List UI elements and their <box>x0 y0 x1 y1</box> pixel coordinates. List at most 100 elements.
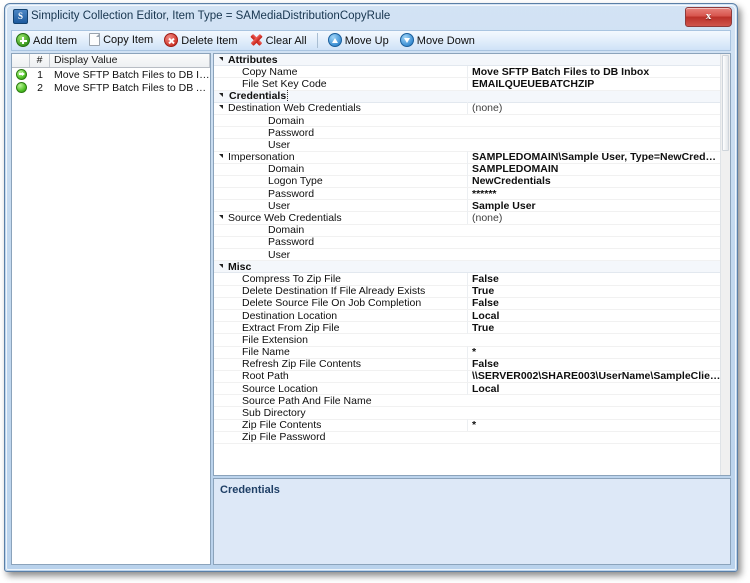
property-name: Delete Source File On Job Completion <box>242 297 422 310</box>
clear-all-button[interactable]: Clear All <box>245 31 311 50</box>
property-value[interactable]: False <box>467 272 721 285</box>
property-row[interactable]: Domain <box>214 115 721 128</box>
property-value[interactable]: Local <box>467 382 721 395</box>
property-value[interactable]: Local <box>467 309 721 322</box>
property-grid-scrollbar[interactable] <box>720 54 730 475</box>
property-row[interactable]: File Extension <box>214 333 721 347</box>
property-name: User <box>268 199 291 212</box>
property-row[interactable]: Zip File Contents * <box>214 419 721 432</box>
list-item[interactable]: 1 Move SFTP Batch Files to DB Inbox <box>12 68 210 81</box>
property-category-row[interactable]: Misc <box>214 261 721 274</box>
property-row[interactable]: User <box>214 249 721 262</box>
property-row[interactable]: Domain SAMPLEDOMAIN <box>214 163 721 176</box>
property-category-row[interactable]: Credentials <box>214 90 721 103</box>
property-value[interactable]: False <box>467 358 721 371</box>
property-name: Destination Location <box>242 309 338 322</box>
property-value[interactable]: False <box>467 297 721 310</box>
triangle-expanded-icon <box>219 154 223 159</box>
property-value[interactable]: True <box>467 285 721 298</box>
column-header-selector[interactable] <box>12 54 30 67</box>
property-value[interactable]: * <box>467 346 721 359</box>
property-value[interactable]: \\SERVER002\SHARE003\UserName\SampleClie… <box>467 370 721 383</box>
property-name: Compress To Zip File <box>242 272 342 285</box>
property-name-focus: Credentials <box>228 90 289 103</box>
expander-collapse-icon[interactable] <box>214 93 228 98</box>
collection-editor-window: S Simplicity Collection Editor, Item Typ… <box>4 3 738 572</box>
property-row[interactable]: Password <box>214 127 721 140</box>
property-name: Source Location <box>242 382 318 395</box>
property-name: Attributes <box>228 54 278 66</box>
triangle-expanded-icon <box>219 263 223 268</box>
property-row[interactable]: Copy Name Move SFTP Batch Files to DB Inb… <box>214 65 721 79</box>
property-value[interactable]: True <box>467 321 721 334</box>
property-value[interactable]: ****** <box>467 187 721 200</box>
property-row[interactable]: Password <box>214 236 721 249</box>
toolbar: Add Item Copy Item Delete Item Clear All… <box>11 30 731 51</box>
expander-collapse-icon[interactable] <box>214 56 228 62</box>
property-grid[interactable]: Attributes Copy Name Move SFTP Batch Files… <box>213 53 731 476</box>
property-row[interactable]: Destination Web Credentials (none) <box>214 102 721 115</box>
current-row-arrow-icon <box>15 69 27 80</box>
property-name: Sub Directory <box>242 407 306 420</box>
property-row[interactable]: Source Location Local <box>214 382 721 396</box>
move-up-button[interactable]: Move Up <box>324 31 393 50</box>
property-name: User <box>268 138 291 151</box>
expander-collapse-icon[interactable] <box>214 154 228 159</box>
expander-collapse-icon[interactable] <box>214 105 228 110</box>
property-row[interactable]: Root Path \\SERVER002\SHARE003\UserName\S… <box>214 370 721 384</box>
property-value[interactable]: NewCredentials <box>467 175 721 188</box>
property-value[interactable]: (none) <box>467 102 721 115</box>
property-row[interactable]: Impersonation SAMPLEDOMAIN\Sample User, T… <box>214 151 721 164</box>
property-row[interactable]: Logon Type NewCredentials <box>214 175 721 189</box>
row-selector-cell[interactable] <box>12 82 30 93</box>
property-row[interactable]: Refresh Zip File Contents False <box>214 358 721 371</box>
property-row[interactable]: File Name * <box>214 346 721 359</box>
desktop-background: S Simplicity Collection Editor, Item Typ… <box>0 0 750 583</box>
property-value[interactable]: (none) <box>467 212 721 225</box>
property-name: Impersonation <box>228 151 295 164</box>
triangle-expanded-icon <box>219 215 223 220</box>
property-name: File Extension <box>242 333 308 346</box>
delete-item-button[interactable]: Delete Item <box>160 31 241 50</box>
expander-collapse-icon[interactable] <box>214 215 228 220</box>
property-name: Refresh Zip File Contents <box>242 358 362 371</box>
property-value[interactable]: Sample User <box>467 199 721 212</box>
column-header-number[interactable]: # <box>30 54 50 67</box>
property-row[interactable]: Destination Location Local <box>214 309 721 323</box>
copy-item-button[interactable]: Copy Item <box>84 31 157 50</box>
close-button[interactable]: x <box>685 7 732 27</box>
property-row[interactable]: File Set Key Code EMAILQUEUEBATCHZIP <box>214 77 721 91</box>
red-x-icon <box>249 33 263 47</box>
property-value[interactable]: Move SFTP Batch Files to DB Inbox <box>467 65 721 78</box>
property-row[interactable]: User Sample User <box>214 199 721 213</box>
row-selector-cell[interactable] <box>12 69 30 80</box>
property-row[interactable]: Delete Source File On Job Completion Fals… <box>214 297 721 310</box>
property-row[interactable]: Password ****** <box>214 187 721 201</box>
list-item[interactable]: 2 Move SFTP Batch Files to DB Archiv... <box>12 81 210 94</box>
property-row[interactable]: Compress To Zip File False <box>214 272 721 286</box>
property-row[interactable]: Delete Destination If File Already Exist… <box>214 285 721 298</box>
add-item-button[interactable]: Add Item <box>12 31 81 50</box>
property-row[interactable]: Domain <box>214 224 721 237</box>
property-row[interactable]: Zip File Password <box>214 431 721 444</box>
triangle-expanded-icon <box>219 105 223 110</box>
scrollbar-thumb[interactable] <box>722 55 729 151</box>
property-row[interactable]: User <box>214 138 721 152</box>
triangle-expanded-icon <box>219 56 223 61</box>
property-value[interactable]: EMAILQUEUEBATCHZIP <box>467 77 721 90</box>
property-row[interactable]: Sub Directory <box>214 407 721 420</box>
property-row[interactable]: Source Web Credentials (none) <box>214 212 721 225</box>
property-name: File Name <box>242 346 290 359</box>
delete-circle-icon <box>164 33 179 47</box>
move-down-button[interactable]: Move Down <box>396 31 479 50</box>
property-category-row[interactable]: Attributes <box>214 54 721 67</box>
property-value[interactable]: * <box>467 419 721 432</box>
property-row[interactable]: Source Path And File Name <box>214 395 721 408</box>
move-up-label: Move Up <box>344 35 389 47</box>
item-list-panel[interactable]: # Display Value 1 Move SFTP Batch Files t… <box>11 53 211 565</box>
column-header-display-value[interactable]: Display Value <box>50 54 210 67</box>
property-value[interactable]: SAMPLEDOMAIN <box>467 163 721 176</box>
property-value[interactable]: SAMPLEDOMAIN\Sample User, Type=NewCreden… <box>467 151 721 164</box>
property-row[interactable]: Extract From Zip File True <box>214 321 721 335</box>
expander-collapse-icon[interactable] <box>214 263 228 269</box>
